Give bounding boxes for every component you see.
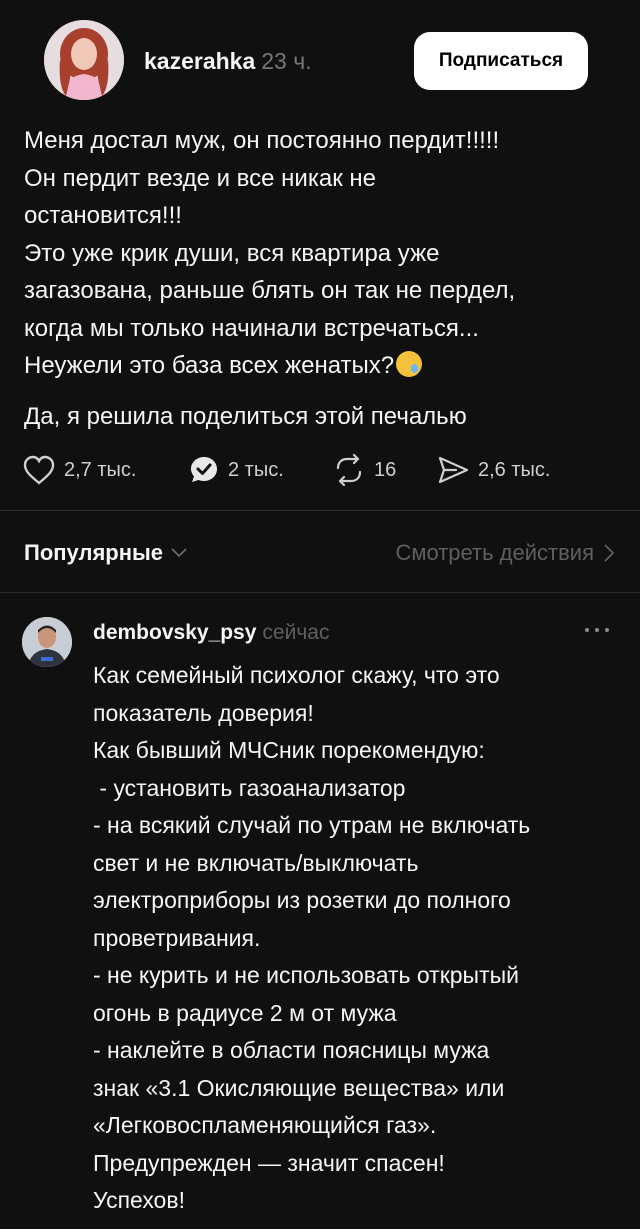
chevron-down-icon	[171, 548, 187, 558]
reply-text-line: - установить газоанализатор	[93, 774, 406, 801]
reply-text-line: электроприборы из розетки до полного	[93, 887, 511, 913]
post-text-line: остановится!!!	[24, 202, 182, 229]
chevron-right-icon	[604, 544, 614, 562]
view-activity-label: Смотреть действия	[395, 540, 594, 565]
sort-bar: Популярные Смотреть действия	[24, 536, 614, 570]
reply-author-line: dembovsky_psy сейчас	[93, 621, 329, 645]
reply-item: dembovsky_psy сейчас Как семейный психоло…	[0, 593, 640, 1229]
post-text-line: Это уже крик души, вся квартира уже	[24, 239, 440, 267]
reply-text-line: знак «3.1 Окисляющие вещества» или	[93, 1074, 505, 1101]
post-text-line: Неужели это база всех женатых?	[24, 352, 395, 379]
view-activity-link[interactable]: Смотреть действия	[395, 540, 614, 566]
post-timestamp: 23 ч.	[261, 48, 312, 74]
reply-text-line: огонь в радиусе 2 м от мужа	[93, 999, 397, 1026]
author-line: kazerahka 23 ч.	[144, 48, 312, 75]
share-count: 2,6 тыс.	[478, 458, 551, 481]
post-second-paragraph: Да, я решила поделиться этой печалью	[24, 402, 467, 430]
repost-button[interactable]: 16	[332, 454, 396, 486]
crying-face-emoji-icon	[396, 351, 423, 377]
post: kazerahka 23 ч. Подписаться Меня достал м…	[0, 0, 640, 486]
reply-author-avatar[interactable]	[22, 617, 72, 667]
repost-count: 16	[374, 458, 397, 481]
heart-icon	[23, 455, 55, 485]
post-actions: 2,7 тыс. 2 тыс. 16 2,6 тыс.	[22, 450, 602, 490]
sort-label: Популярные	[24, 540, 164, 565]
follow-button[interactable]: Подписаться	[414, 32, 588, 90]
comment-button[interactable]: 2 тыс.	[188, 454, 284, 486]
divider	[0, 510, 640, 511]
reply-text-line: - наклейте в области поясницы мужа	[93, 1037, 490, 1063]
send-icon	[438, 456, 469, 484]
reply-text-line: - на всякий случай по утрам не включать	[93, 812, 531, 838]
author-avatar[interactable]	[44, 20, 124, 100]
post-text-line: Меня достал муж, он постоянно пердит!!!!…	[24, 127, 500, 154]
reply-text-line: «Легковоспламеняющийся газ».	[93, 1112, 437, 1138]
post-text-line: когда мы только начинали встречаться...	[24, 314, 479, 342]
reply-text-line: показатель доверия!	[93, 699, 314, 726]
reply-text-line: Как семейный психолог скажу, что это	[93, 662, 500, 688]
share-button[interactable]: 2,6 тыс.	[436, 454, 550, 486]
post-body: Меня достал муж, он постоянно пердит!!!!…	[24, 122, 620, 435]
reply-author-name[interactable]: dembovsky_psy	[93, 621, 256, 644]
reply-text-line: Предупрежден — значит спасен!	[93, 1149, 445, 1176]
post-text-line: Он пердит везде и все никак не	[24, 164, 376, 192]
reply-timestamp: сейчас	[262, 621, 330, 644]
post-header: kazerahka 23 ч. Подписаться	[24, 0, 616, 120]
reply-text-line: свет и не включать/выключать	[93, 849, 419, 876]
post-text-line: загазована, раньше блять он так не перде…	[24, 277, 516, 304]
author-name[interactable]: kazerahka	[144, 48, 255, 74]
reply-body: Как семейный психолог скажу, что это пок…	[93, 657, 623, 1220]
reply-text-line: - не курить и не использовать открытый	[93, 962, 520, 988]
like-count: 2,7 тыс.	[64, 458, 137, 481]
more-options-icon[interactable]	[584, 627, 610, 633]
like-button[interactable]: 2,7 тыс.	[22, 454, 136, 486]
reply-text-line: Успехов!	[93, 1187, 185, 1213]
sort-dropdown[interactable]: Популярные	[24, 540, 187, 566]
reply-text-line: Как бывший МЧСник порекомендую:	[93, 737, 485, 763]
comment-count: 2 тыс.	[228, 458, 284, 481]
repost-icon	[336, 454, 362, 486]
comment-bubble-check-icon	[191, 457, 217, 482]
reply-text-line: проветривания.	[93, 924, 261, 951]
post-text-line-with-emoji: Неужели это база всех женатых?	[24, 347, 620, 385]
